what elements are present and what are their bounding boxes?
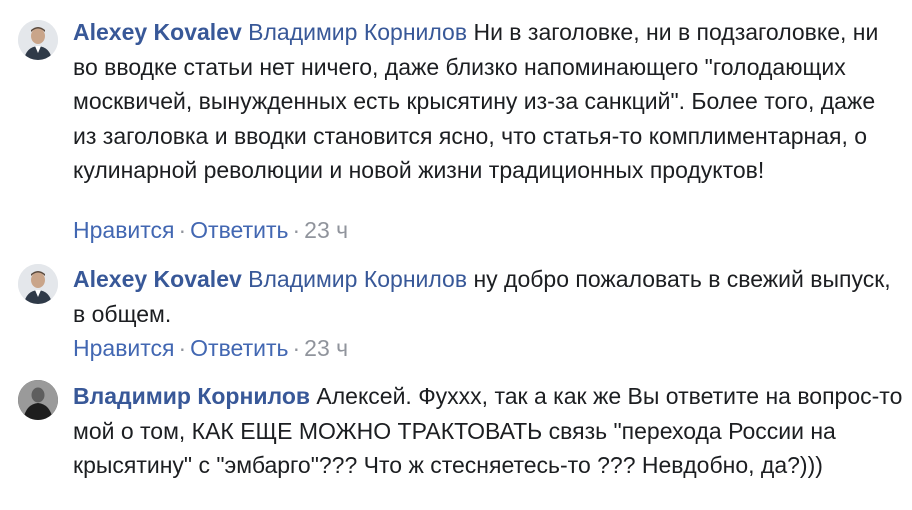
timestamp[interactable]: 23 ч bbox=[304, 217, 348, 243]
reply-button[interactable]: Ответить bbox=[190, 217, 288, 243]
comment-actions: Нравится · Ответить · 23 ч bbox=[73, 215, 348, 245]
comment-author[interactable]: Alexey Kovalev bbox=[73, 19, 242, 45]
comment-text: Alexey Kovalev Владимир Корнилов ну добр… bbox=[73, 262, 903, 331]
comment-text: Alexey Kovalev Владимир Корнилов Ни в за… bbox=[73, 15, 903, 188]
comment-mention[interactable]: Владимир Корнилов bbox=[248, 266, 467, 292]
separator: · bbox=[292, 335, 301, 361]
reply-button[interactable]: Ответить bbox=[190, 335, 288, 361]
comment-author[interactable]: Владимир Корнилов bbox=[73, 383, 310, 409]
separator: · bbox=[178, 335, 187, 361]
comment-author[interactable]: Alexey Kovalev bbox=[73, 266, 242, 292]
avatar[interactable] bbox=[18, 264, 58, 304]
avatar[interactable] bbox=[18, 380, 58, 420]
like-button[interactable]: Нравится bbox=[73, 217, 175, 243]
comment-text: Владимир Корнилов Алексей. Фуххх, так а … bbox=[73, 379, 903, 483]
comment-actions: Нравится · Ответить · 23 ч bbox=[73, 333, 348, 363]
separator: · bbox=[292, 217, 301, 243]
separator: · bbox=[178, 217, 187, 243]
timestamp[interactable]: 23 ч bbox=[304, 335, 348, 361]
comment-mention[interactable]: Владимир Корнилов bbox=[248, 19, 467, 45]
avatar[interactable] bbox=[18, 20, 58, 60]
like-button[interactable]: Нравится bbox=[73, 335, 175, 361]
